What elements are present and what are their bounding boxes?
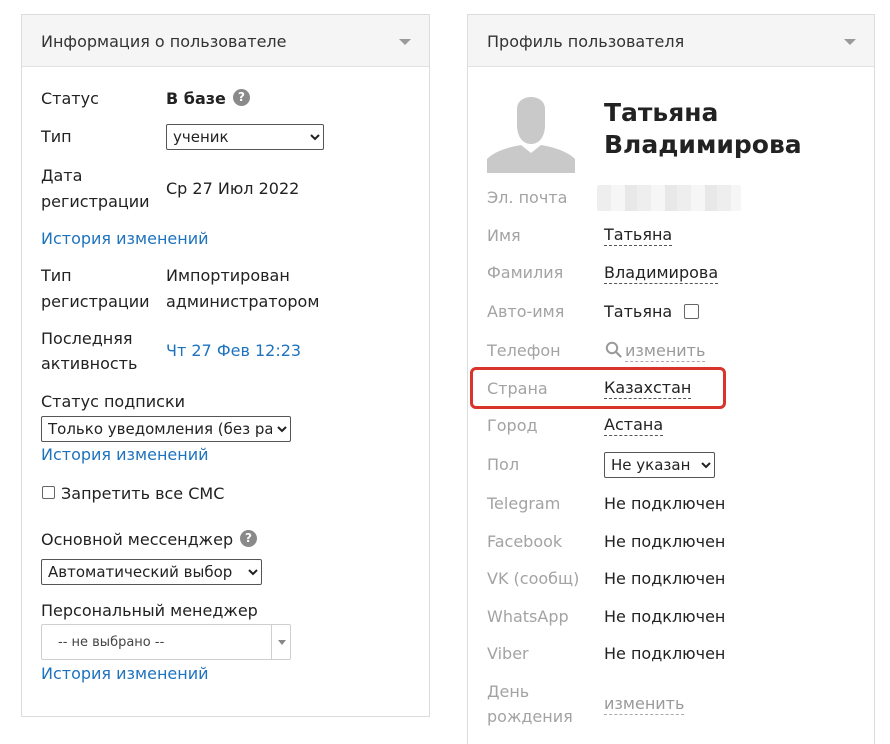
- manager-divider: [271, 625, 272, 659]
- facebook-value: Не подключен: [604, 532, 726, 551]
- last-activity-label-1: Последняя: [41, 329, 133, 348]
- email-value-redacted: [597, 185, 741, 211]
- avatar-icon[interactable]: [487, 87, 575, 173]
- manager-select[interactable]: -- не выбрано --: [41, 624, 291, 660]
- gender-select[interactable]: Не указан: [604, 452, 715, 478]
- subscription-select[interactable]: Только уведомления (без рассылок): [41, 416, 291, 442]
- reg-type-value-2: администратором: [166, 292, 320, 311]
- viber-value: Не подключен: [604, 644, 726, 663]
- telegram-label: Telegram: [487, 494, 561, 513]
- history-link-1[interactable]: История изменений: [41, 227, 209, 251]
- city-value[interactable]: Астана: [604, 415, 664, 436]
- user-info-header[interactable]: Информация о пользователе: [22, 15, 429, 67]
- history-link-3[interactable]: История изменений: [41, 662, 209, 686]
- last-name-value[interactable]: Владимирова: [604, 263, 719, 284]
- gender-label: Пол: [487, 455, 520, 474]
- first-name-value[interactable]: Татьяна: [604, 225, 673, 246]
- block-sms-label: Запретить все СМС: [61, 484, 225, 503]
- profile-name-first: Татьяна: [604, 98, 719, 127]
- vk-label: VK (сообщ): [487, 569, 580, 588]
- manager-selected: -- не выбрано --: [58, 635, 165, 650]
- messenger-label: Основной мессенджер: [41, 530, 234, 549]
- birthday-change-link[interactable]: изменить: [604, 694, 685, 715]
- user-profile-title: Профиль пользователя: [487, 32, 685, 51]
- first-name-label: Имя: [487, 226, 521, 245]
- auto-name-value: Татьяна: [604, 302, 673, 321]
- city-label: Город: [487, 416, 538, 435]
- reg-date-value: Ср 27 Июл 2022: [166, 179, 300, 198]
- phone-label: Телефон: [487, 341, 561, 360]
- type-select[interactable]: ученик: [166, 124, 324, 150]
- subscription-label: Статус подписки: [41, 392, 185, 411]
- type-label: Тип: [41, 127, 72, 146]
- history-link-2[interactable]: История изменений: [41, 443, 209, 467]
- user-info-title: Информация о пользователе: [41, 32, 287, 51]
- last-name-label: Фамилия: [487, 263, 564, 282]
- last-activity-value[interactable]: Чт 27 Фев 12:23: [166, 339, 301, 363]
- vk-value: Не подключен: [604, 569, 726, 588]
- collapse-icon[interactable]: [844, 39, 856, 45]
- search-icon[interactable]: [605, 341, 622, 358]
- user-profile-header[interactable]: Профиль пользователя: [468, 15, 874, 67]
- auto-name-label: Авто-имя: [487, 302, 565, 321]
- country-label: Страна: [487, 379, 548, 398]
- block-sms-checkbox[interactable]: [42, 486, 55, 499]
- birthday-label-1: День: [487, 682, 530, 701]
- manager-arrow-icon[interactable]: [278, 640, 286, 645]
- status-label: Статус: [41, 89, 99, 108]
- facebook-label: Facebook: [487, 532, 563, 551]
- telegram-value: Не подключен: [604, 494, 726, 513]
- reg-date-label-2: регистрации: [41, 192, 150, 211]
- profile-name-last: Владимирова: [604, 130, 802, 159]
- messenger-select[interactable]: Автоматический выбор: [41, 559, 262, 585]
- status-value: В базе: [166, 89, 226, 108]
- whatsapp-label: WhatsApp: [487, 607, 569, 626]
- messenger-help-icon[interactable]: ?: [240, 530, 257, 547]
- reg-date-label-1: Дата: [41, 166, 83, 185]
- phone-change-link[interactable]: изменить: [625, 341, 706, 362]
- auto-name-checkbox[interactable]: [684, 304, 699, 319]
- birthday-label-2: рождения: [487, 707, 573, 726]
- country-value[interactable]: Казахстан: [604, 378, 692, 399]
- reg-type-label-1: Тип: [41, 266, 72, 285]
- status-help-icon[interactable]: ?: [233, 89, 250, 106]
- reg-type-label-2: регистрации: [41, 292, 150, 311]
- manager-label: Персональный менеджер: [41, 601, 258, 620]
- whatsapp-value: Не подключен: [604, 607, 726, 626]
- viber-label: Viber: [487, 644, 529, 663]
- user-profile-panel: Профиль пользователя Татьяна Владимирова…: [467, 14, 875, 744]
- reg-type-value-1: Импортирован: [166, 266, 290, 285]
- last-activity-label-2: активность: [41, 354, 138, 373]
- collapse-icon[interactable]: [399, 39, 411, 45]
- email-label: Эл. почта: [487, 188, 568, 207]
- user-info-panel: Информация о пользователе Статус В базе …: [21, 14, 430, 717]
